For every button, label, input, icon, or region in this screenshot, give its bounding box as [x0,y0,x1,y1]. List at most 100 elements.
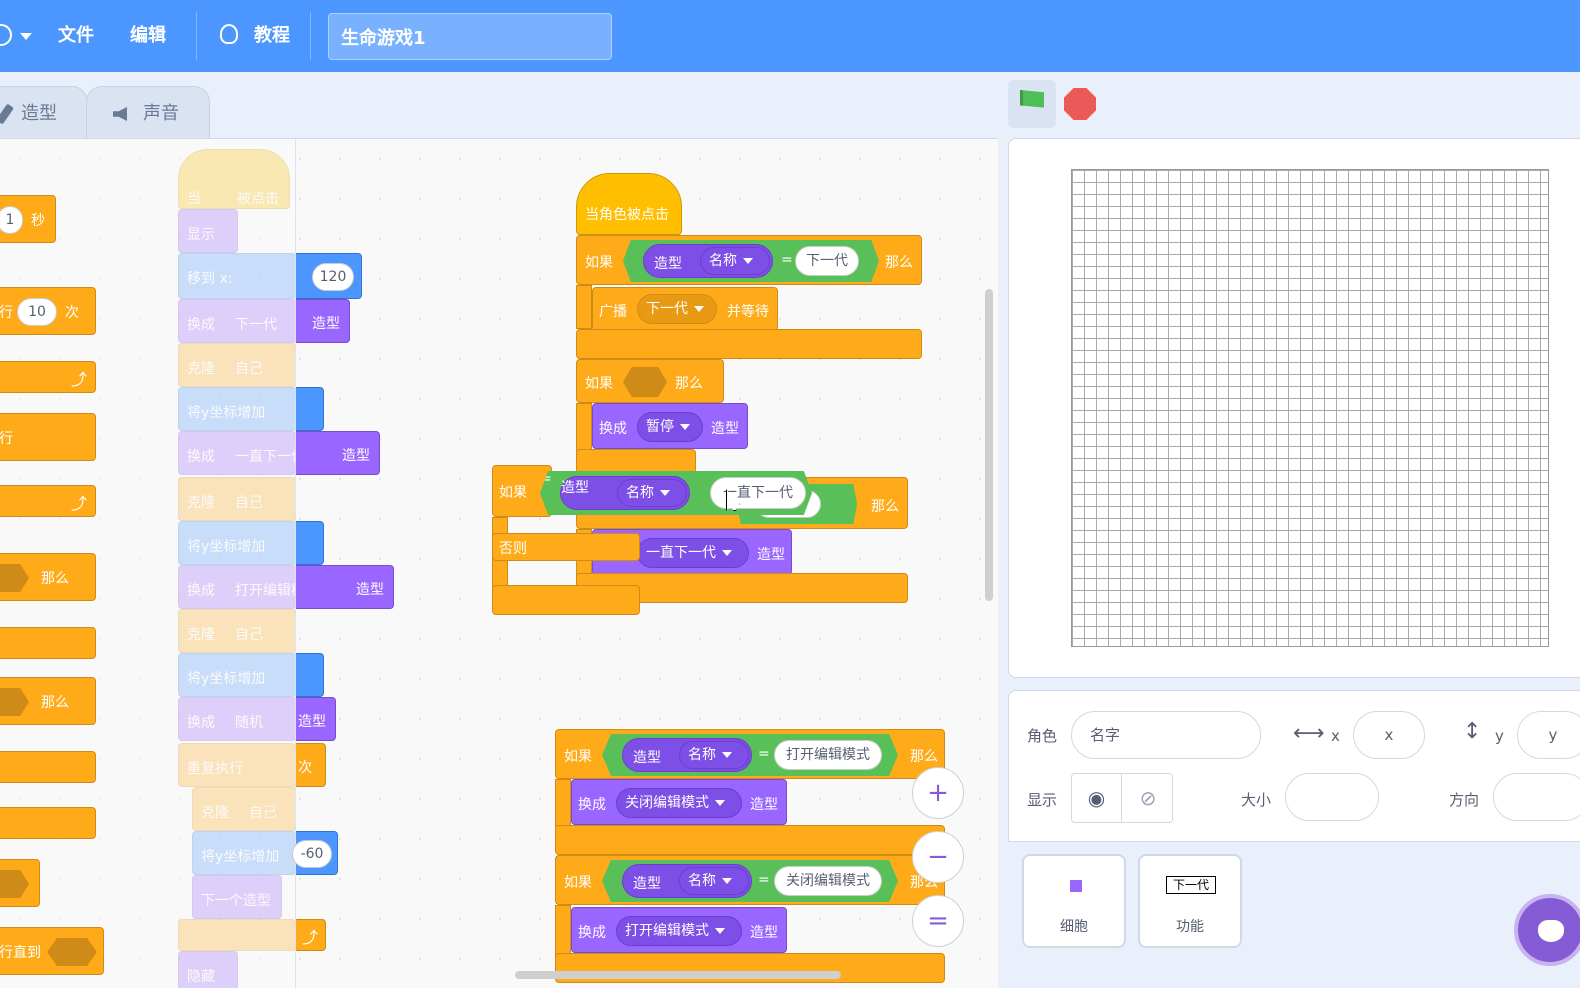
zoom-in-button[interactable]: + [912,767,964,819]
name-dropdown[interactable]: 名称 [617,479,687,507]
compare-value[interactable]: 关闭编辑模式 [774,866,882,896]
change-y-part[interactable] [296,387,324,431]
chevron-down-icon[interactable] [20,33,32,40]
hide-eye-icon[interactable]: ⊘ [1123,774,1173,822]
faded-repeat-block[interactable]: 重复执行 [178,743,296,787]
repeat-end-part[interactable]: ⤴ [296,919,326,951]
dragged-compare-value[interactable]: 一直下一代 [710,477,806,509]
palette-wait-block[interactable]: 1 秒 [0,195,56,243]
faded-show-block[interactable]: 显示 [178,209,238,253]
palette-if-else-block[interactable]: 那么 [0,677,96,725]
palette-forever-end[interactable]: ⤴ [0,485,96,517]
palette-if-end[interactable] [0,627,96,659]
direction-input[interactable] [1493,773,1580,821]
faded-switch-block[interactable]: 换成 一直下一代 [178,431,305,475]
cell-grid[interactable] [1071,169,1549,647]
goto-y-value[interactable]: 120 [312,263,354,291]
faded-change-y-block[interactable]: 将y坐标增加 [178,521,296,565]
switch-close-edit-block[interactable]: 换成 关闭编辑模式 造型 [571,779,787,825]
condition-slot[interactable] [0,564,29,592]
size-input[interactable] [1285,773,1379,821]
costume-name-reporter[interactable]: 造型 名称 [622,864,752,898]
add-sprite-button[interactable] [1514,894,1580,966]
condition-slot[interactable] [0,688,29,716]
if-block-1[interactable]: 如果 造型 名称 = 下一代 那么 [576,235,922,285]
change-y-part[interactable] [296,521,324,565]
compare-value[interactable]: 打开编辑模式 [774,740,882,770]
x-input[interactable]: x [1353,711,1425,759]
equals-operator[interactable]: 造型 名称 = 下一代 [623,240,879,282]
if-block-2[interactable]: 如果 那么 [576,359,724,403]
palette-repeat-block[interactable]: 行 10 次 [0,287,96,335]
tab-sounds[interactable]: 声音 [86,86,210,140]
menu-file[interactable]: 文件 [58,22,94,50]
change-y-part[interactable] [296,653,324,697]
costume-name-reporter[interactable]: 造型 名称 [622,738,752,772]
vertical-scrollbar[interactable] [985,289,993,601]
faded-switch-block[interactable]: 换成 打开编辑模式 [178,565,319,609]
name-dropdown[interactable]: 名称 [679,741,749,769]
faded-change-y-block[interactable]: 将y坐标增加 [178,653,296,697]
if-open-edit-block[interactable]: 如果 造型 名称 = 打开编辑模式 那么 [555,729,945,779]
faded-change-y-block[interactable]: 将y坐标增加 [192,831,296,875]
switch-costume-part[interactable]: 造型 [296,299,350,343]
compare-value[interactable]: 下一代 [795,246,859,276]
hat-sprite-clicked[interactable]: 当角色被点击 [576,173,682,235]
palette-else-part[interactable] [0,751,96,783]
horizontal-scrollbar[interactable] [515,971,841,979]
switch-costume-part[interactable]: 造型 [296,565,394,609]
palette-repeat-end[interactable]: ⤴ [0,361,96,393]
faded-hat-block[interactable]: 当 被点击 [178,149,290,209]
equals-operator[interactable]: 造型 名称 = 打开编辑模式 [602,734,898,776]
zoom-out-button[interactable]: − [912,831,964,883]
palette-forever-block[interactable]: 行 [0,413,96,461]
condition-slot[interactable] [47,938,97,966]
menu-edit[interactable]: 编辑 [130,22,166,50]
palette-wait-until-block[interactable] [0,859,40,907]
goto-y-part[interactable]: 120 [296,253,362,299]
change-y-value-part[interactable]: -60 [292,831,338,875]
stop-button[interactable] [1064,88,1096,120]
if-close-edit-block[interactable]: 如果 造型 名称 = 关闭编辑模式 那么 [555,855,945,905]
lightbulb-icon[interactable] [220,24,238,44]
sprite-card-cell[interactable]: 细胞 [1022,854,1126,948]
code-area[interactable]: 1 秒 行 10 次 ⤴ 行 ⤴ 那么 那么 行直到 当 被点击 显示 移到 x… [0,138,998,988]
show-eye-icon[interactable]: ◉ [1072,774,1122,822]
costume-dropdown[interactable]: 打开编辑模式 [616,916,742,946]
broadcast-wait-block[interactable]: 广播 下一代 并等待 [592,287,778,331]
empty-condition-slot[interactable] [623,367,667,397]
palette-if-block[interactable]: 那么 [0,553,96,601]
faded-goto-block[interactable]: 移到 x: [178,253,296,299]
switch-open-edit-block[interactable]: 换成 打开编辑模式 造型 [571,907,787,953]
switch-costume-part[interactable]: 造型 [296,431,380,475]
faded-clone-block[interactable]: 克隆 自己 [178,477,296,521]
costume-name-reporter[interactable]: 造型 名称 [643,244,773,278]
costume-name-reporter[interactable]: 造型 名称 [560,476,690,510]
name-dropdown[interactable]: 名称 [700,247,770,275]
palette-if-else-end[interactable] [0,807,96,839]
faded-clone-block[interactable]: 克隆 自己 [178,343,296,387]
repeat-value[interactable]: 10 [17,298,57,326]
costume-dropdown[interactable]: 一直下一代 [637,538,749,568]
faded-change-y-block[interactable]: 将y坐标增加 [178,387,296,431]
stage[interactable] [1008,138,1580,678]
faded-clone-block[interactable]: 克隆 自己 [178,609,296,653]
wait-value[interactable]: 1 [0,206,23,234]
equals-operator[interactable]: 造型 名称 = 关闭编辑模式 [602,860,898,902]
condition-slot[interactable] [0,870,29,898]
faded-clone-block[interactable]: 克隆 自己 [192,787,296,831]
zoom-reset-button[interactable]: = [912,895,964,947]
costume-dropdown[interactable]: 关闭编辑模式 [616,788,742,818]
faded-next-costume-block[interactable]: 下一个造型 [192,875,282,919]
y-input[interactable]: y [1517,711,1580,759]
palette-repeat-until-block[interactable]: 行直到 [0,927,104,975]
dragged-else[interactable]: 否则 [492,533,640,561]
switch-pause-block[interactable]: 换成 暂停 造型 [592,403,748,449]
language-globe-icon[interactable] [0,24,12,46]
sprite-name-input[interactable]: 名字 [1071,711,1261,759]
faded-switch-block[interactable]: 换成 下一代 [178,299,296,343]
faded-hide-block[interactable]: 隐藏 [178,951,238,988]
sprite-card-function[interactable]: 下一代 功能 [1138,854,1242,948]
name-dropdown[interactable]: 名称 [679,867,749,895]
change-y-value[interactable]: -60 [292,840,332,868]
